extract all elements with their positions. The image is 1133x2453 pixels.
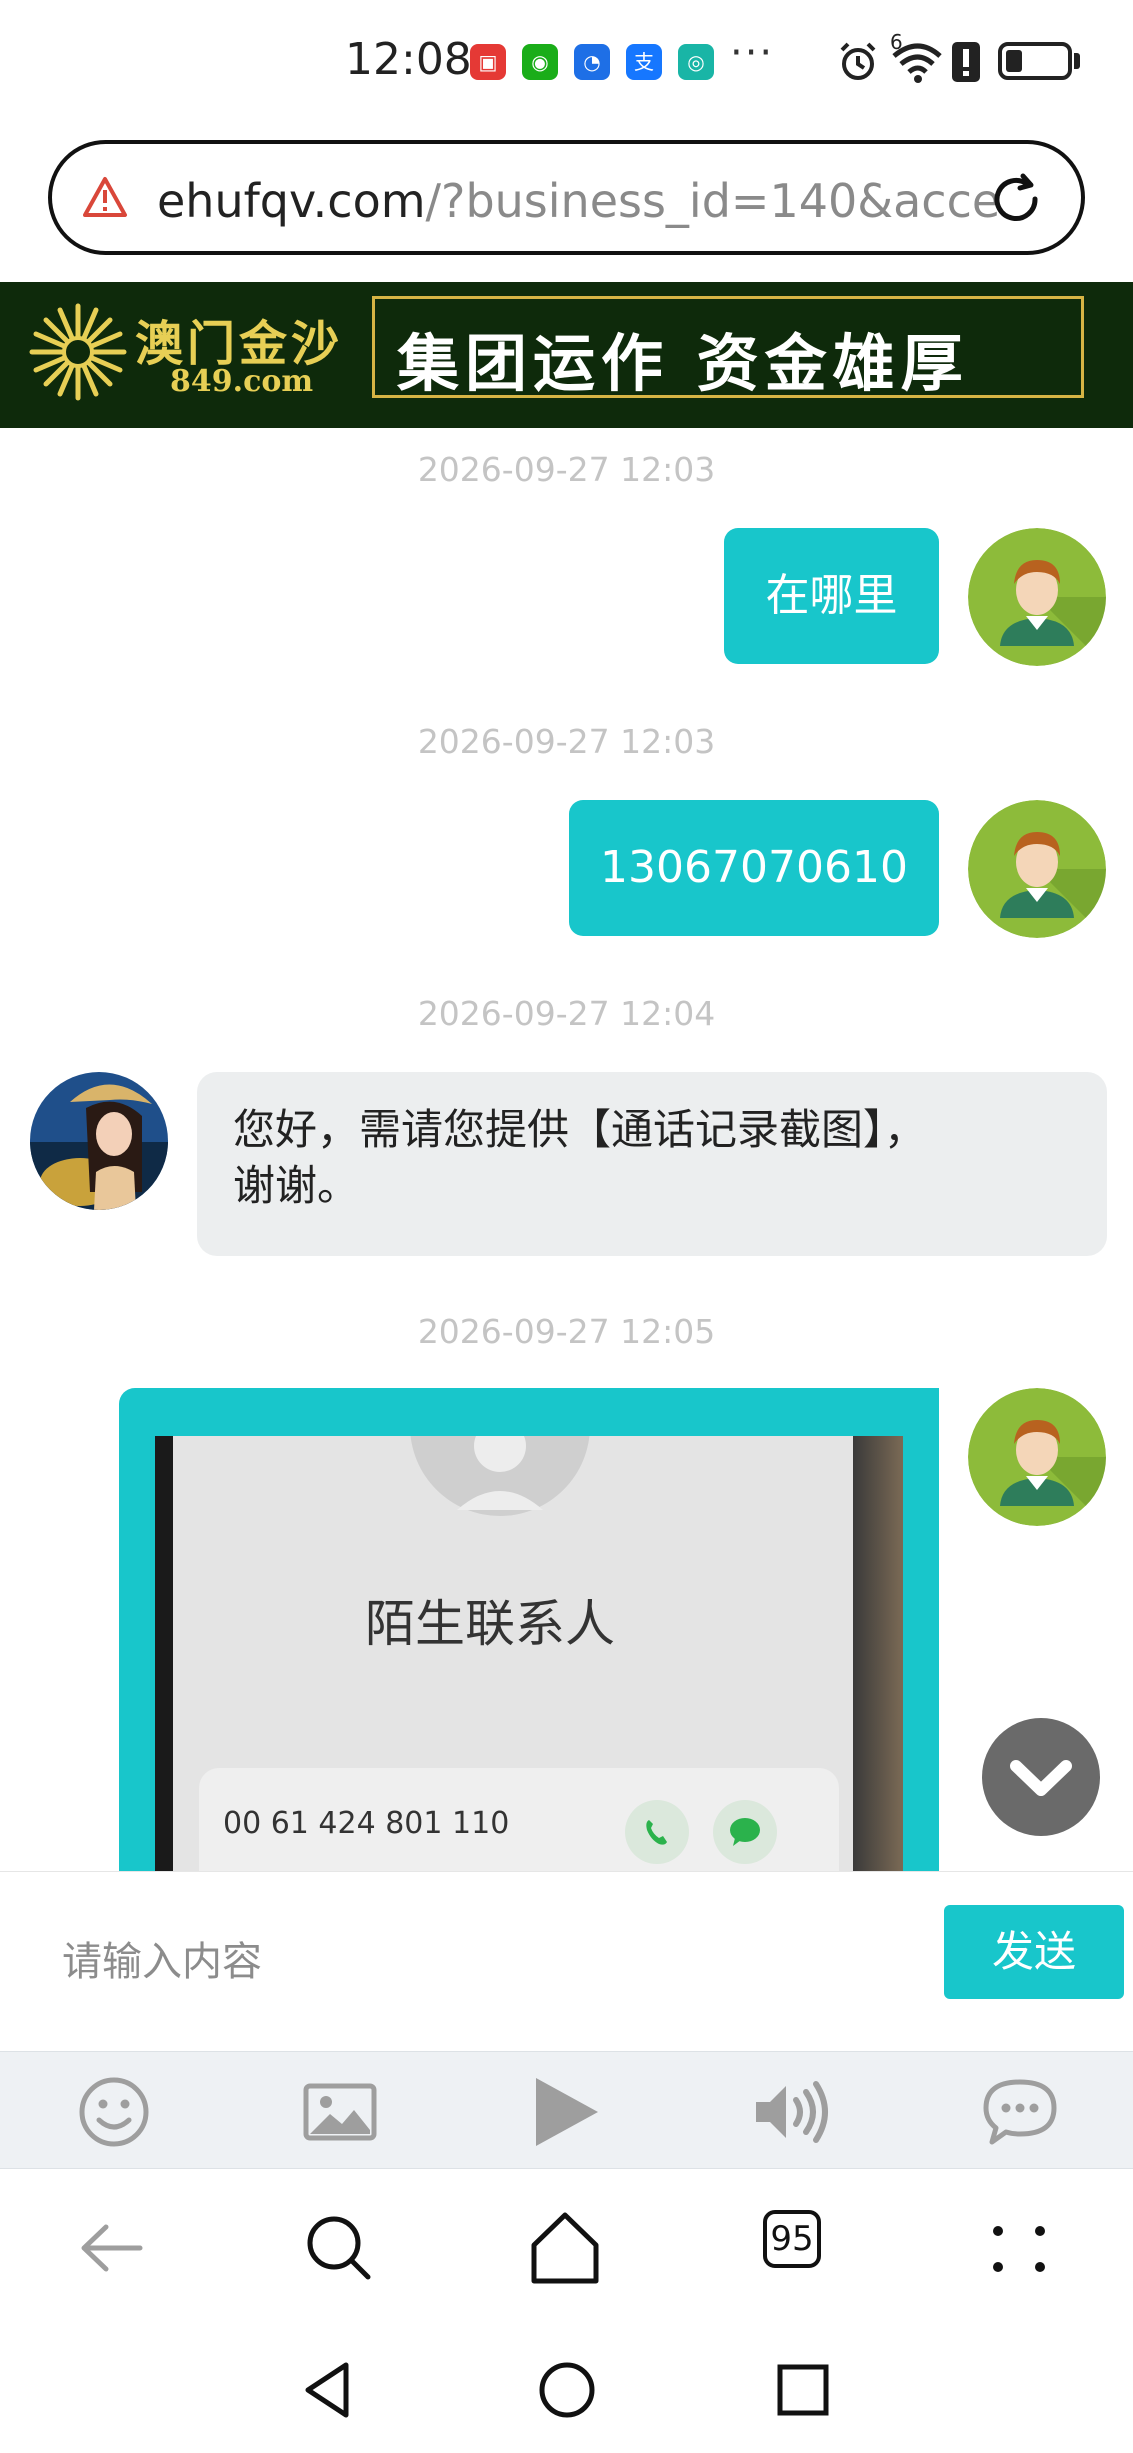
status-time: 12:08	[345, 34, 472, 85]
message-timestamp: 2026-09-27 12:03	[417, 450, 716, 489]
banner-slogan: 集团运作 资金雄厚	[397, 327, 969, 400]
address-bar[interactable]: ehufqv.com/?business_id=140&acce	[48, 140, 1085, 255]
voice-icon[interactable]	[752, 2072, 832, 2152]
sent-message-bubble[interactable]: 13067070610	[569, 800, 939, 936]
warning-icon[interactable]	[82, 176, 128, 218]
huawei-appgallery-icon: ▣	[470, 44, 506, 80]
video-play-icon[interactable]	[526, 2072, 606, 2152]
message-icon	[713, 1800, 777, 1864]
ad-banner[interactable]: 澳门金沙 849.com 集团运作 资金雄厚	[0, 282, 1133, 428]
more-notifications-icon: ···	[730, 30, 775, 76]
screenshot-phone-number: 00 61 424 801 110	[223, 1806, 510, 1841]
message-text-line: 您好，需请您提供【通话记录截图】，	[233, 1105, 927, 1154]
call-log-screenshot[interactable]: 陌生联系人 00 61 424 801 110	[155, 1436, 903, 1871]
tabs-button[interactable]: 95	[758, 2205, 844, 2291]
agent-photo-avatar	[30, 1072, 168, 1210]
network-type-label: 6	[890, 30, 903, 54]
emoji-icon[interactable]	[74, 2072, 154, 2152]
back-arrow-icon[interactable]	[70, 2205, 156, 2291]
contact-placeholder-icon	[410, 1436, 590, 1516]
user-avatar-icon	[968, 800, 1106, 938]
image-icon[interactable]	[300, 2072, 380, 2152]
sent-image-bubble[interactable]: 陌生联系人 00 61 424 801 110	[119, 1388, 939, 1871]
phone-call-icon	[625, 1800, 689, 1864]
chat-bubble-icon[interactable]	[980, 2072, 1060, 2152]
reload-icon[interactable]	[987, 170, 1045, 228]
status-bar: 12:08 ▣ ◉ ◔ 支 ◎ ··· 6	[0, 0, 1133, 125]
system-back-icon[interactable]	[296, 2357, 362, 2423]
menu-dots-icon[interactable]	[976, 2205, 1062, 2291]
message-input[interactable]	[30, 1892, 930, 2032]
chevron-down-icon	[1010, 1760, 1072, 1796]
sun-logo-icon	[29, 303, 127, 401]
scroll-to-bottom-button[interactable]	[982, 1718, 1100, 1836]
home-icon[interactable]	[522, 2205, 608, 2291]
alert-battery-icon	[952, 42, 980, 82]
banner-domain: 849.com	[170, 364, 314, 399]
sent-message-bubble[interactable]: 在哪里	[724, 528, 939, 664]
user-avatar[interactable]	[968, 528, 1106, 666]
browser-nav-bar: 95	[0, 2169, 1133, 2329]
chat-messages[interactable]: 2026-09-27 12:03 在哪里 2026-09-27 12:03 13…	[0, 428, 1133, 1871]
chat-toolbar	[0, 2051, 1133, 2169]
received-message-bubble[interactable]: 您好，需请您提供【通话记录截图】， 谢谢。	[197, 1072, 1107, 1256]
wechat-icon: ◉	[522, 44, 558, 80]
banner-slogan-box: 集团运作 资金雄厚	[372, 296, 1084, 400]
system-nav-bar	[0, 2329, 1133, 2453]
message-timestamp: 2026-09-27 12:04	[417, 994, 716, 1033]
url-domain: ehufqv.com	[157, 174, 426, 228]
screenshot-contact-label: 陌生联系人	[365, 1595, 615, 1653]
alarm-icon	[840, 42, 876, 80]
message-text: 在哪里	[765, 570, 898, 621]
user-avatar-icon	[968, 1388, 1106, 1526]
send-button[interactable]: 发送	[944, 1905, 1124, 1999]
message-input-row: 发送	[0, 1871, 1133, 2051]
search-icon[interactable]	[296, 2205, 382, 2291]
message-text-line: 谢谢。	[233, 1161, 360, 1210]
alipay-icon: 支	[626, 44, 662, 80]
battery-icon	[998, 42, 1072, 80]
user-avatar-icon	[968, 528, 1106, 666]
url-path: /?business_id=140&acce	[425, 174, 997, 228]
message-timestamp: 2026-09-27 12:05	[417, 1312, 716, 1351]
owl-app-icon: ◎	[678, 44, 714, 80]
user-avatar[interactable]	[968, 1388, 1106, 1526]
message-text: 13067070610	[600, 842, 908, 893]
tab-count: 95	[763, 2210, 821, 2268]
agent-avatar[interactable]	[30, 1072, 168, 1210]
user-avatar[interactable]	[968, 800, 1106, 938]
lightbulb-app-icon: ◔	[574, 44, 610, 80]
message-timestamp: 2026-09-27 12:03	[417, 722, 716, 761]
url-text[interactable]: ehufqv.com/?business_id=140&acce	[157, 174, 997, 228]
system-recents-icon[interactable]	[770, 2357, 836, 2423]
system-home-icon[interactable]	[534, 2357, 600, 2423]
